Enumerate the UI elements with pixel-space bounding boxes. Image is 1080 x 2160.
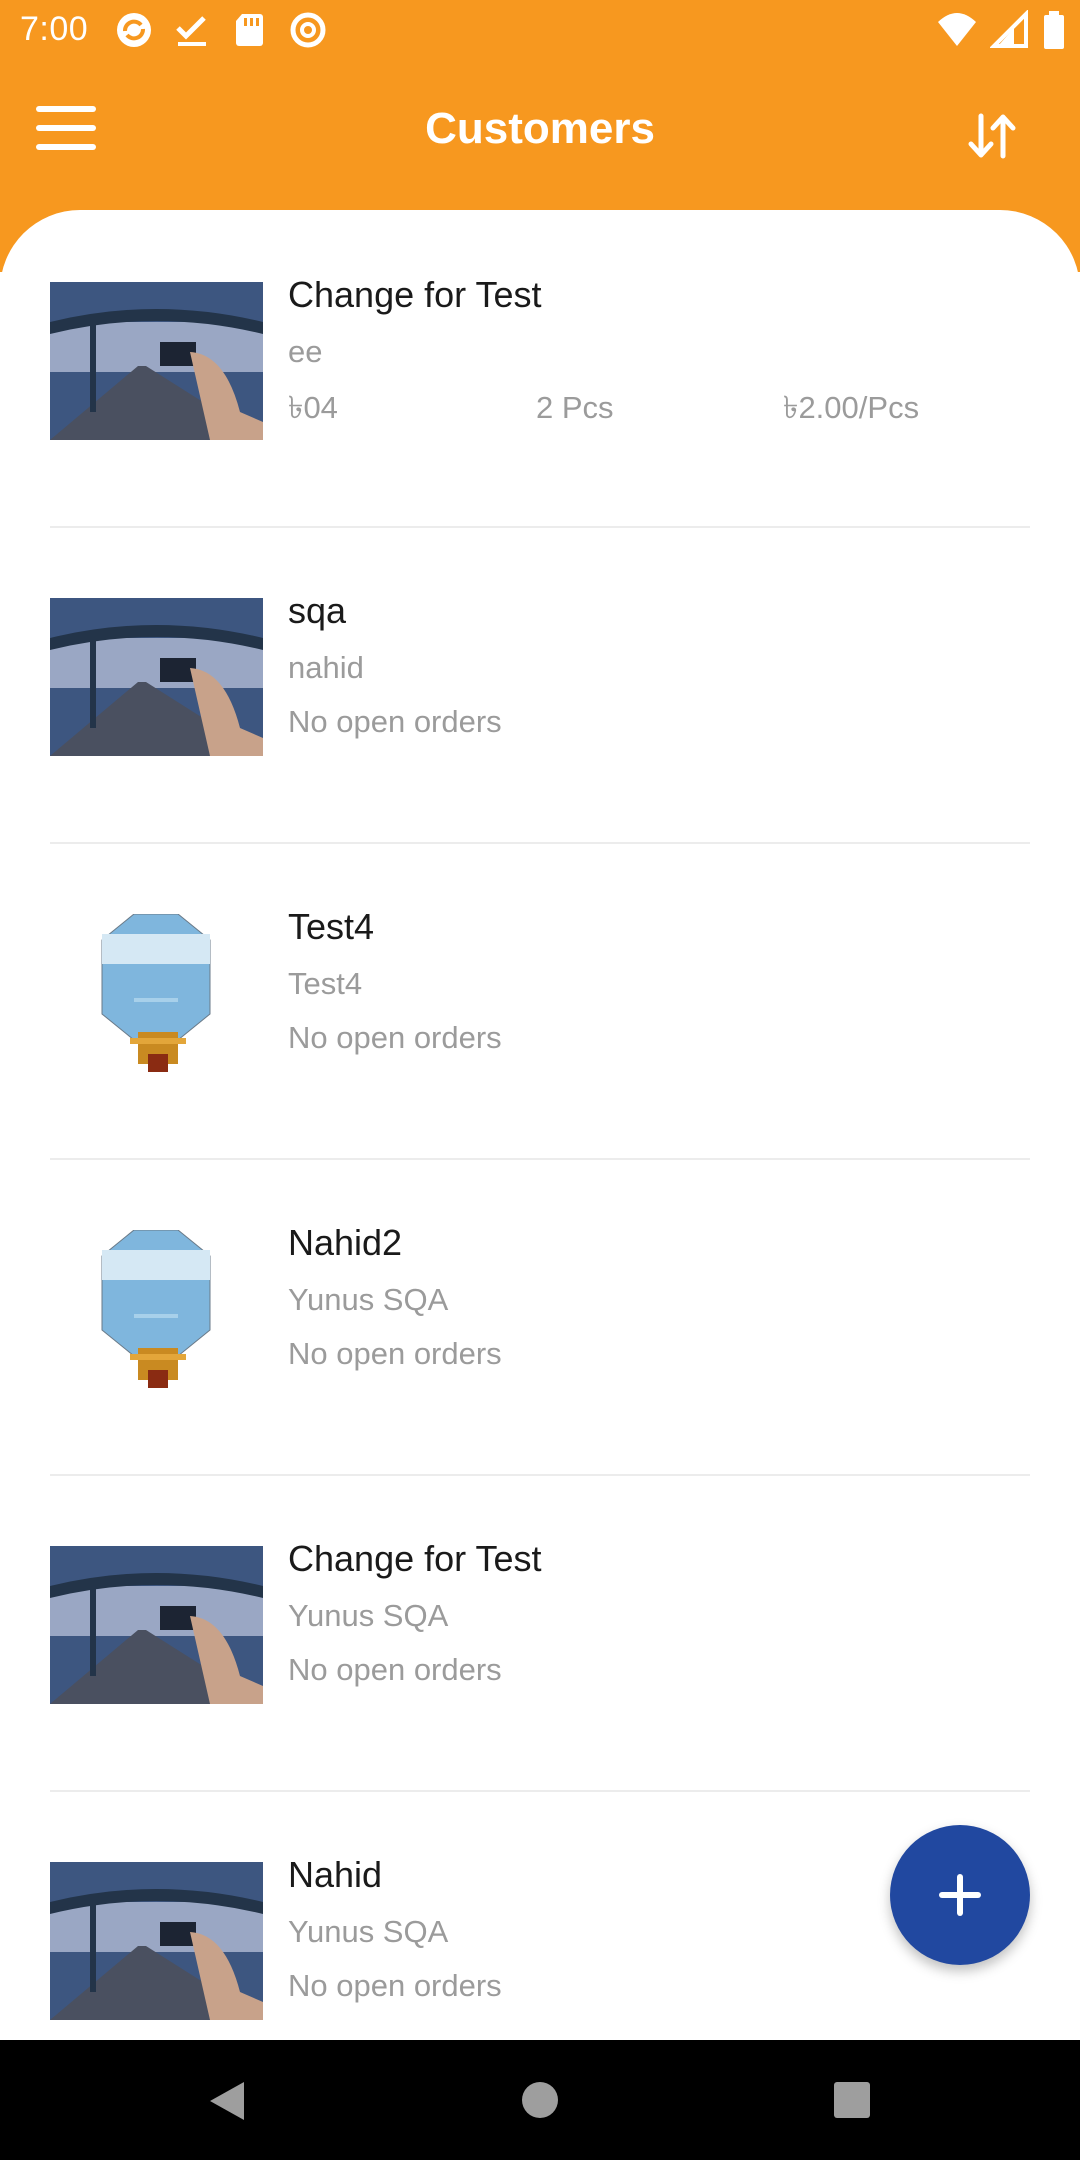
open-orders-status: No open orders [288, 1336, 502, 1371]
sync-icon [114, 10, 154, 50]
customer-thumbnail [50, 598, 263, 756]
customer-list-item[interactable]: Nahid Yunus SQA No open orders [50, 1790, 1030, 2040]
open-orders-status: No open orders [288, 1020, 502, 1055]
customer-thumbnail [50, 282, 263, 440]
system-navigation-bar [0, 2040, 1080, 2160]
sort-arrows-icon[interactable] [964, 108, 1020, 164]
wifi-icon [936, 10, 978, 55]
customer-subtitle: Test4 [288, 966, 363, 1001]
system-icons [936, 9, 1066, 55]
recent-apps-icon[interactable] [834, 2082, 870, 2118]
at-icon [288, 10, 328, 50]
customer-thumbnail [50, 914, 263, 1072]
status-bar: 7:00 [0, 0, 1080, 62]
customer-list-item[interactable]: Change for Test Yunus SQA No open orders [50, 1474, 1030, 1792]
customer-subtitle: Yunus SQA [288, 1282, 449, 1317]
add-customer-button[interactable] [890, 1825, 1030, 1965]
open-orders-status: No open orders [288, 1652, 502, 1687]
customer-thumbnail [50, 1862, 263, 2020]
notification-icons [114, 10, 328, 50]
customer-name: sqa [288, 590, 347, 631]
customer-thumbnail [50, 1546, 263, 1704]
order-summary: ৳04 2 Pcs ৳2.00/Pcs [288, 388, 1028, 428]
sd-card-icon [230, 10, 270, 50]
customer-list-item[interactable]: sqa nahid No open orders [50, 526, 1030, 844]
page-title: Customers [425, 104, 655, 153]
open-orders-status: No open orders [288, 704, 502, 739]
back-icon[interactable] [206, 2080, 246, 2127]
home-icon[interactable] [522, 2082, 558, 2118]
order-amount: ৳04 [288, 390, 338, 425]
customer-list-item[interactable]: Nahid2 Yunus SQA No open orders [50, 1158, 1030, 1476]
customer-name: Change for Test [288, 1538, 542, 1579]
customer-name: Test4 [288, 906, 375, 947]
customer-subtitle: Yunus SQA [288, 1598, 449, 1633]
battery-icon [1042, 10, 1066, 55]
customer-list-item[interactable]: Test4 Test4 No open orders [50, 842, 1030, 1160]
customer-name: Nahid2 [288, 1222, 403, 1263]
order-unit-price: ৳2.00/Pcs [783, 390, 920, 425]
signal-icon [989, 9, 1030, 55]
check-icon [172, 10, 212, 50]
customer-name: Change for Test [288, 274, 542, 315]
customer-thumbnail [50, 1230, 263, 1388]
customer-subtitle: nahid [288, 650, 364, 685]
open-orders-status: No open orders [288, 1968, 502, 2003]
customer-list-item[interactable]: Change for Test ee ৳04 2 Pcs ৳2.00/Pcs [50, 210, 1030, 528]
order-quantity: 2 Pcs [536, 390, 614, 425]
status-time: 7:00 [20, 10, 89, 48]
customer-subtitle: ee [288, 334, 323, 369]
customer-list: Change for Test ee ৳04 2 Pcs ৳2.00/Pcs s… [0, 210, 1080, 2040]
